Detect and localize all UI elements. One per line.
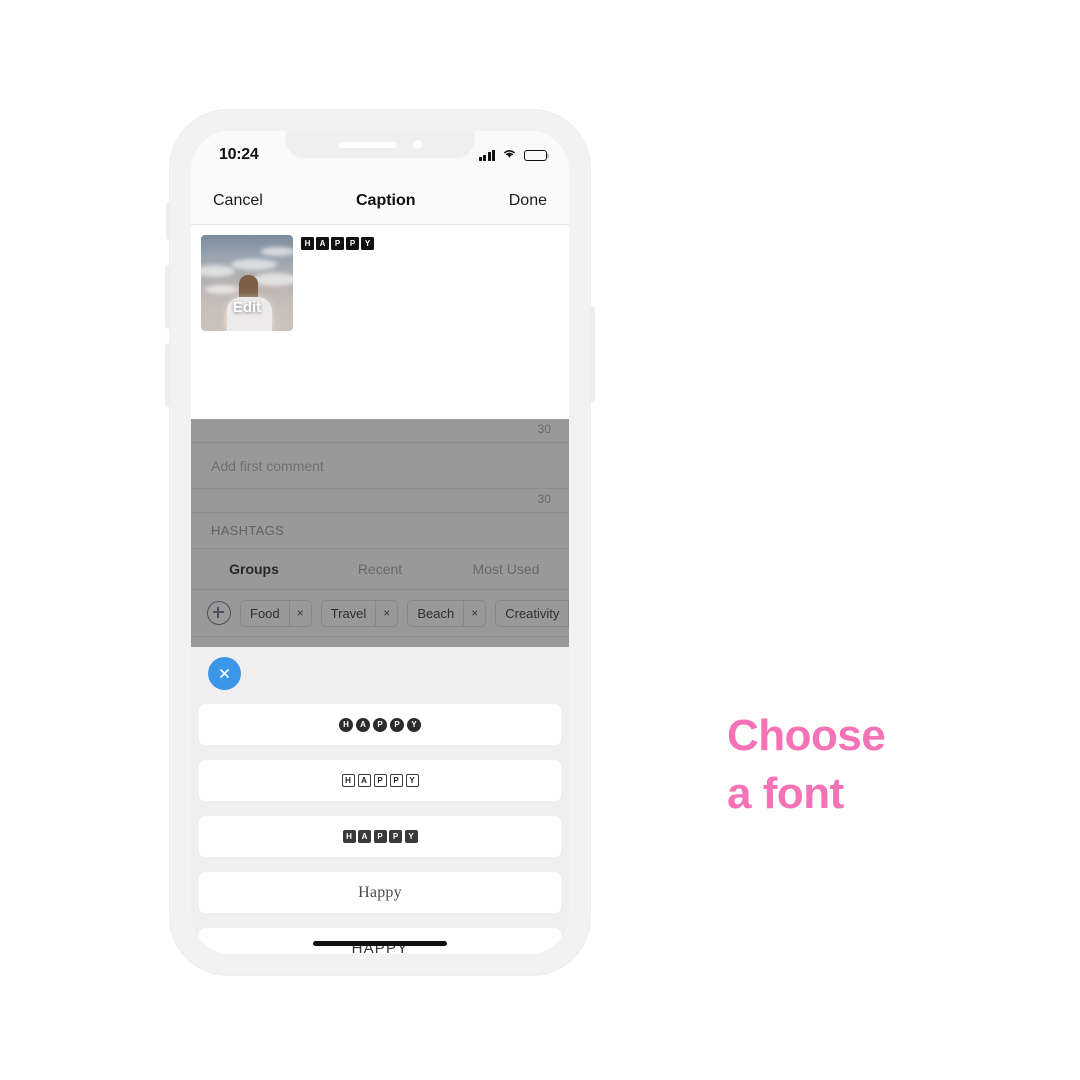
home-indicator [313,941,447,946]
font-preview-letter: P [373,830,387,843]
caption-nav-bar: Cancel Caption Done [191,177,569,225]
font-preview-outline: HAPPY [341,774,419,787]
font-preview-letter: A [356,717,370,732]
font-preview-letter: H [342,830,356,843]
font-picker-sheet: H A P P Y H A P P Y H A P P Y Happy HAPPY [191,647,569,954]
font-option-row[interactable]: HAPPY [199,760,561,801]
font-preview-circle: HAPPY [339,717,421,732]
promo-line-1: Choose [727,711,886,760]
edit-photo-label[interactable]: Edit [201,299,293,316]
font-preview-letter: P [389,830,402,843]
font-preview-letter: A [358,830,371,843]
volume-up-button[interactable] [165,265,171,329]
font-preview-letter: Y [407,717,421,732]
caption-letter-tile: Y [361,237,374,250]
font-option-row[interactable]: HAPPY [199,704,561,745]
caption-text-value[interactable]: HAPPY [301,237,374,250]
font-preview-letter: P [389,774,403,787]
phone-device-frame: 10:24 Cancel Caption Done Edit H A P P Y… [165,110,595,975]
caption-letter-tile: P [331,237,344,250]
battery-icon [524,149,550,161]
cloud-shape [261,247,293,256]
device-notch [285,131,475,158]
font-option-row[interactable]: Happy [199,872,561,913]
cloud-shape [205,285,239,294]
font-preview-letter: Y [404,830,418,843]
font-preview-letter: P [373,774,387,787]
font-preview-letter: H [339,717,353,732]
font-preview-double: Happy [358,883,402,901]
status-icons [478,146,550,164]
caption-letter-tile: P [346,237,359,250]
caption-editor-area: Edit HAPPY [191,226,569,419]
silent-switch-button[interactable] [166,202,171,240]
cloud-shape [253,273,293,286]
page-title: Caption [356,191,416,209]
caption-letter-tile: H [301,237,314,250]
volume-down-button[interactable] [165,343,171,407]
font-preview-letter: Y [405,774,419,787]
cellular-signal-icon [478,149,495,161]
font-preview-letter: H [341,774,355,787]
caption-letter-tile: A [316,237,329,250]
cancel-button[interactable]: Cancel [213,192,263,210]
promo-line-2: a font [727,769,844,819]
promo-heading: Choose a font [727,707,1027,823]
power-button[interactable] [589,306,595,402]
font-preview-letter: P [390,717,404,732]
font-preview-letter: A [357,774,371,787]
dimming-overlay [191,419,569,647]
close-icon[interactable] [208,657,241,690]
font-preview-letter: P [373,717,387,732]
photo-thumbnail[interactable]: Edit [201,235,293,331]
front-camera-icon [413,140,422,149]
phone-screen: 10:24 Cancel Caption Done Edit H A P P Y… [191,131,569,954]
font-option-list: H A P P Y H A P P Y H A P P Y Happy HAPPY [199,704,561,954]
earpiece-speaker-icon [338,141,396,148]
status-time: 10:24 [219,146,259,163]
font-option-row[interactable]: HAPPY [199,816,561,857]
wifi-icon [502,146,517,164]
done-button[interactable]: Done [509,192,547,210]
cloud-shape [201,265,235,277]
cloud-shape [231,259,277,270]
font-preview-square: HAPPY [342,830,418,843]
